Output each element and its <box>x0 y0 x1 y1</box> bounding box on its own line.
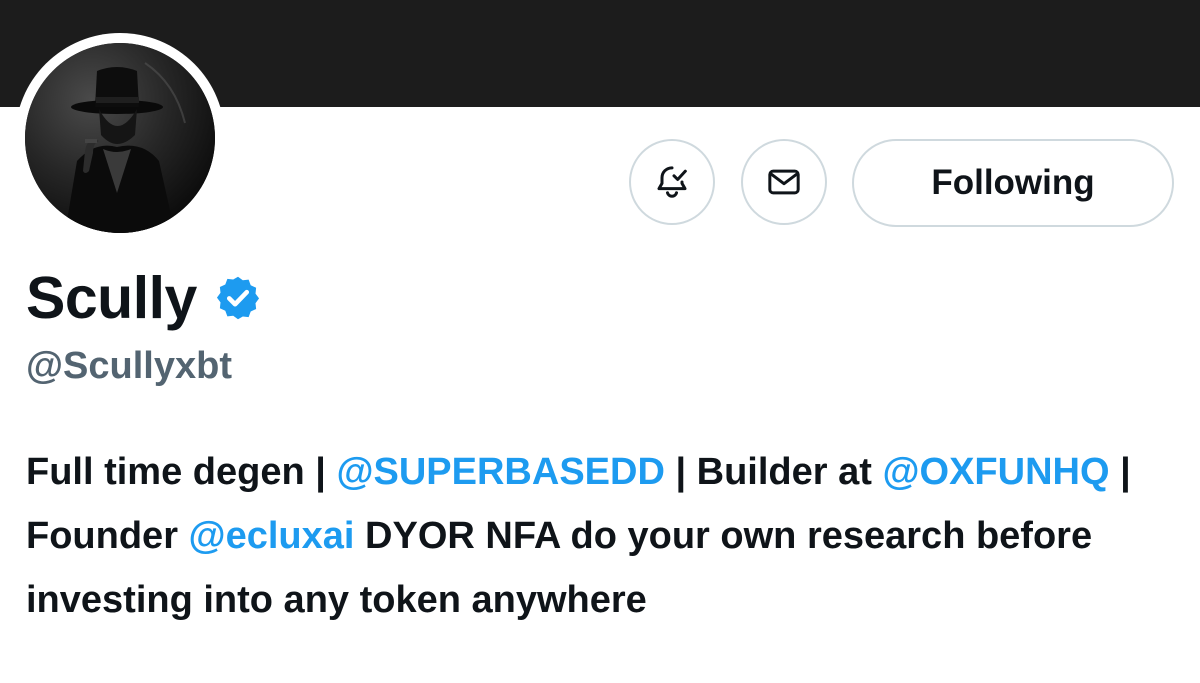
mail-icon <box>768 169 800 195</box>
bio-text: Full time degen | <box>26 451 337 493</box>
avatar-image <box>25 43 215 233</box>
mention-link-superbasedd[interactable]: @SUPERBASEDD <box>336 451 664 493</box>
bell-check-icon <box>657 166 687 198</box>
handle: @Scullyxbt <box>26 345 232 387</box>
message-button[interactable] <box>741 139 827 225</box>
name-row: Scully <box>26 263 263 333</box>
notifications-button[interactable] <box>629 139 715 225</box>
profile-page: Following Scully @Scullyxbt Full time de… <box>0 0 1200 683</box>
avatar[interactable] <box>25 43 215 233</box>
bio: Full time degen | @SUPERBASEDD | Builder… <box>26 440 1186 632</box>
display-name: Scully <box>26 265 197 331</box>
bio-text: | Builder at <box>664 451 883 493</box>
verified-badge-icon[interactable] <box>213 273 263 323</box>
mention-link-ecluxai[interactable]: @ecluxai <box>189 515 355 557</box>
following-button[interactable]: Following <box>852 139 1174 227</box>
mention-link-oxfunhq[interactable]: @OXFUNHQ <box>882 451 1109 493</box>
